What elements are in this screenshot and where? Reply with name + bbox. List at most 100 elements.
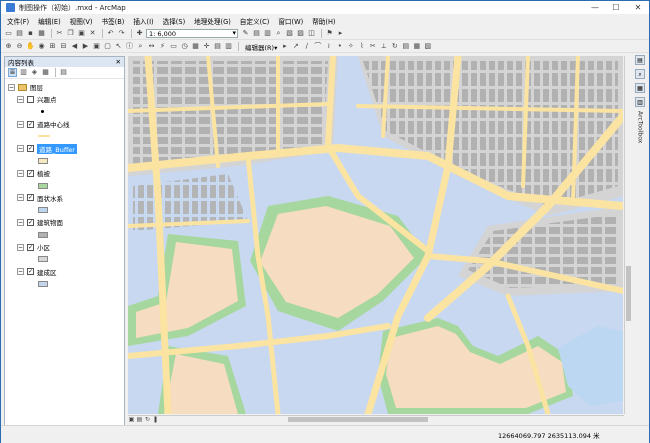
add-data-icon[interactable]: ✚	[135, 29, 144, 38]
layer-label[interactable]: 道路_Buffer	[37, 143, 77, 154]
layer-label[interactable]: 建筑物面	[37, 217, 63, 227]
layer-visibility-checkbox[interactable]: ✓	[27, 268, 34, 276]
layer-symbol-row[interactable]	[8, 278, 124, 290]
collapse-icon[interactable]: −	[17, 218, 24, 226]
menu-bookmarks[interactable]: 书签(B)	[101, 16, 124, 26]
menu-customize[interactable]: 自定义(C)	[240, 16, 270, 26]
fill-symbol[interactable]	[38, 182, 48, 189]
refresh-icon[interactable]: ↻	[144, 416, 151, 423]
select-elements-icon[interactable]: ↖	[114, 42, 123, 51]
layer-row[interactable]: − ✓ 建筑物面	[8, 216, 124, 228]
select-features-icon[interactable]: ▣	[92, 42, 101, 51]
map-scale-combobox[interactable]: 1: 6,000	[146, 29, 238, 38]
menu-geoprocessing[interactable]: 地理处理(G)	[194, 16, 231, 26]
map-vertical-scrollbar[interactable]	[624, 56, 631, 414]
layout-view-icon[interactable]: ▤	[213, 42, 222, 51]
maximize-button[interactable]: ☐	[605, 1, 627, 14]
layer-visibility-checkbox[interactable]: ✓	[27, 194, 34, 202]
catalog-dock-icon[interactable]: ▤	[635, 55, 645, 65]
layer-symbol-row[interactable]	[8, 155, 124, 167]
arctoolbox-dock-tab[interactable]: ArcToolbox	[637, 111, 644, 143]
layers-root[interactable]: − 图层	[8, 81, 124, 93]
menu-view[interactable]: 视图(V)	[70, 16, 93, 26]
pan-hand-icon[interactable]: ✋	[26, 42, 35, 51]
create-features-dock-icon[interactable]: ▦	[635, 83, 645, 93]
identify-icon[interactable]: ⓘ	[125, 42, 134, 51]
collapse-icon[interactable]: −	[17, 194, 24, 202]
fixed-zoom-out-icon[interactable]: ⊟	[59, 42, 68, 51]
editor-menu-button[interactable]: 编辑器(R)▾	[245, 42, 277, 52]
go-to-xy-icon[interactable]: ✛	[202, 42, 211, 51]
layer-visibility-checkbox[interactable]: ✓	[27, 243, 34, 251]
layer-visibility-checkbox[interactable]: ✓	[27, 218, 34, 226]
menu-windows[interactable]: 窗口(W)	[278, 16, 303, 26]
arctoolbox-icon[interactable]: ▧	[285, 29, 294, 38]
close-button[interactable]: ✕	[627, 1, 649, 14]
open-folder-icon[interactable]: ▤	[15, 29, 24, 38]
collapse-icon[interactable]: −	[17, 95, 24, 103]
print-icon[interactable]: ▦	[37, 29, 46, 38]
attributes-icon[interactable]: ▤	[401, 42, 410, 51]
layer-label[interactable]: 兴趣点	[37, 94, 57, 104]
menu-insert[interactable]: 插入(I)	[133, 16, 153, 26]
layer-symbol-row[interactable]	[8, 253, 124, 265]
data-view-icon[interactable]: ▣	[128, 416, 135, 423]
collapse-icon[interactable]: −	[8, 83, 15, 91]
layer-row[interactable]: − ✓ 道路_Buffer	[8, 142, 124, 154]
sketch-properties-icon[interactable]: ▦	[412, 42, 421, 51]
back-extent-icon[interactable]: ◀	[70, 42, 79, 51]
zoom-in-icon[interactable]: ⊕	[4, 42, 13, 51]
scroll-thumb[interactable]	[288, 417, 428, 422]
layer-row[interactable]: − ✓ 建成区	[8, 265, 124, 277]
fixed-zoom-in-icon[interactable]: ⊞	[48, 42, 57, 51]
straight-segment-icon[interactable]: ∕	[302, 42, 311, 51]
toc-close-icon[interactable]: ✕	[116, 58, 121, 66]
full-extent-icon[interactable]: ◉	[37, 42, 46, 51]
search-dock-icon[interactable]: ⌕	[635, 69, 645, 79]
layer-visibility-checkbox[interactable]	[27, 95, 34, 103]
copy-icon[interactable]: ❐	[66, 29, 75, 38]
search-window-icon[interactable]: ⌕	[274, 29, 283, 38]
trace-icon[interactable]: ≀	[324, 42, 333, 51]
point-symbol[interactable]	[41, 110, 44, 114]
html-popup-icon[interactable]: ▭	[169, 42, 178, 51]
point-icon[interactable]: •	[335, 42, 344, 51]
time-slider-icon[interactable]: ◷	[180, 42, 189, 51]
layer-label[interactable]: 面状水系	[37, 193, 63, 203]
paste-icon[interactable]: ▣	[77, 29, 86, 38]
fill-symbol[interactable]	[38, 157, 48, 164]
layer-symbol-row[interactable]	[8, 204, 124, 216]
options-icon[interactable]: ▤	[59, 68, 68, 77]
reshape-icon[interactable]: ⌇	[357, 42, 366, 51]
forward-extent-icon[interactable]: ▶	[81, 42, 90, 51]
catalog-icon[interactable]: ▥	[263, 29, 272, 38]
edit-annotation-icon[interactable]: ↗	[291, 42, 300, 51]
layer-symbol-row[interactable]	[8, 179, 124, 191]
measure-icon[interactable]: ↔	[147, 42, 156, 51]
redo-icon[interactable]: ↷	[117, 29, 126, 38]
collapse-icon[interactable]: −	[17, 268, 24, 276]
hyperlink-icon[interactable]: ⚡	[158, 42, 167, 51]
end-point-arc-icon[interactable]: ⌒	[313, 42, 322, 51]
split-icon[interactable]: ⟂	[379, 42, 388, 51]
map-horizontal-scrollbar[interactable]	[128, 415, 624, 422]
layer-symbol-row[interactable]	[8, 106, 124, 118]
layer-label[interactable]: 道路中心线	[37, 119, 70, 129]
list-by-source-icon[interactable]: ▥	[19, 68, 28, 77]
clear-selection-icon[interactable]: ▢	[103, 42, 112, 51]
edit-tool-icon[interactable]: ▸	[280, 42, 289, 51]
layer-visibility-checkbox[interactable]: ✓	[27, 120, 34, 128]
collapse-icon[interactable]: −	[17, 120, 24, 128]
map-display[interactable]	[128, 56, 623, 414]
cut-icon[interactable]: ✂	[55, 29, 64, 38]
list-by-visibility-icon[interactable]: ◈	[30, 68, 39, 77]
layer-row[interactable]: − ✓ 植被	[8, 167, 124, 179]
layer-symbol-row[interactable]	[8, 130, 124, 142]
fill-symbol[interactable]	[38, 207, 48, 214]
collapse-icon[interactable]: −	[17, 169, 24, 177]
layout-view-icon[interactable]: ▤	[136, 416, 143, 423]
create-viewer-icon[interactable]: ▦	[191, 42, 200, 51]
menu-file[interactable]: 文件(F)	[7, 16, 29, 26]
find-icon[interactable]: ⌕	[136, 42, 145, 51]
menu-edit[interactable]: 编辑(E)	[38, 16, 61, 26]
